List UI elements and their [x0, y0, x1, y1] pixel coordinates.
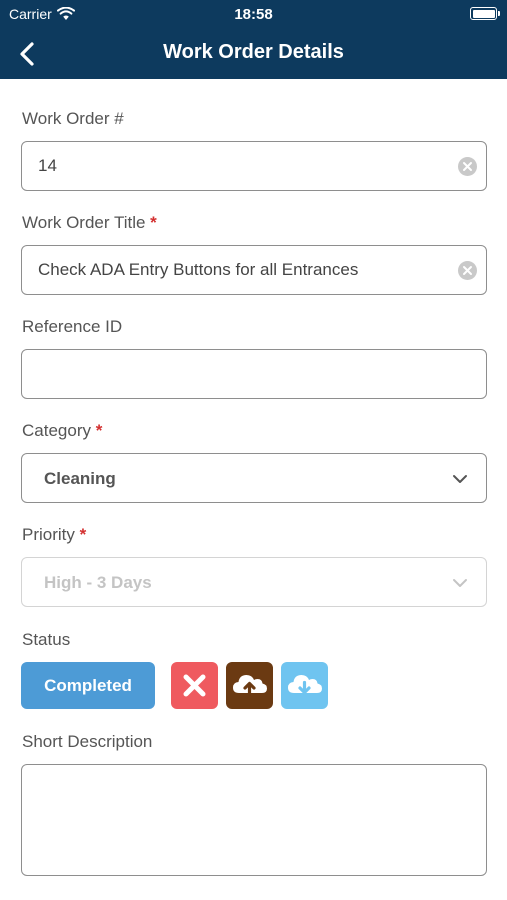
category-value: Cleaning	[44, 469, 116, 488]
page-title: Work Order Details	[163, 41, 344, 63]
reference-id-label: Reference ID	[22, 317, 123, 336]
navigation-bar: Work Order Details	[0, 28, 507, 79]
work-order-number-value: 14	[38, 156, 57, 175]
status-button[interactable]: Completed	[21, 662, 155, 709]
short-description-textarea[interactable]	[21, 764, 487, 876]
reject-button[interactable]	[171, 662, 218, 709]
work-order-title-value: Check ADA Entry Buttons for all Entrance…	[38, 260, 359, 279]
clock: 18:58	[234, 6, 273, 23]
required-mark: *	[95, 421, 103, 440]
work-order-title-field[interactable]: Check ADA Entry Buttons for all Entrance…	[21, 245, 487, 295]
category-label: Category *	[22, 421, 103, 440]
close-icon	[183, 674, 206, 697]
download-button[interactable]	[281, 662, 328, 709]
status-label: Status	[22, 630, 71, 649]
reference-id-field[interactable]	[21, 349, 487, 399]
required-mark: *	[150, 213, 157, 232]
required-mark: *	[79, 525, 87, 544]
work-order-number-label: Work Order #	[22, 109, 124, 128]
upload-button[interactable]	[226, 662, 273, 709]
battery-icon	[470, 7, 500, 20]
priority-label: Priority *	[22, 525, 87, 544]
cloud-upload-icon	[233, 675, 267, 696]
chevron-down-icon	[453, 475, 467, 483]
work-order-number-field[interactable]: 14	[21, 141, 487, 191]
cloud-download-icon	[288, 675, 322, 695]
work-order-title-label: Work Order Title *	[22, 213, 157, 232]
priority-select[interactable]: High - 3 Days	[21, 557, 487, 607]
status-bar: Carrier 18:58	[0, 0, 507, 28]
category-select[interactable]: Cleaning	[21, 453, 487, 503]
priority-value: High - 3 Days	[44, 573, 152, 592]
short-description-label: Short Description	[22, 732, 153, 751]
chevron-down-icon	[453, 579, 467, 587]
clear-icon[interactable]	[458, 157, 477, 176]
clear-icon[interactable]	[458, 261, 477, 280]
